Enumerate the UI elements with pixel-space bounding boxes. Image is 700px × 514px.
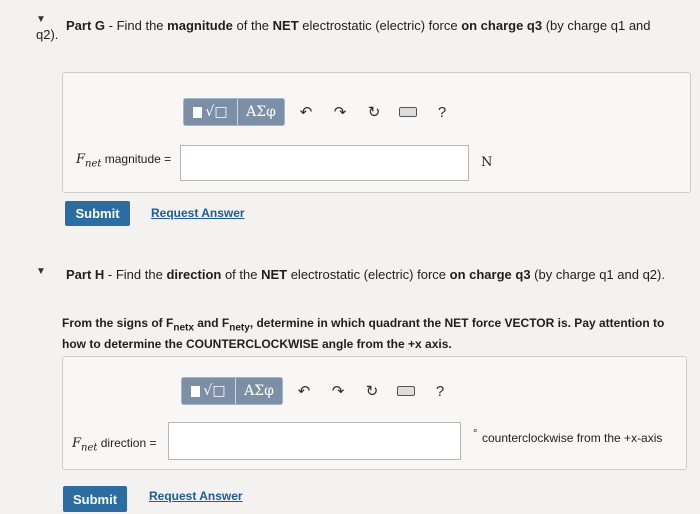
redo-icon[interactable]: ↷ [327,99,353,125]
reset-icon[interactable]: ↻ [361,99,387,125]
instructions: From the signs of Fnetx and Fnety, deter… [62,316,665,352]
part-g-title: Part G - Find the magnitude of the NET e… [66,18,651,33]
template-square-icon [193,106,203,118]
template-square-icon [191,385,201,397]
unit-label: N [481,155,493,170]
direction-unit-label: counterclockwise from the +x-axis [482,431,663,445]
help-icon[interactable]: ? [427,378,453,404]
direction-input[interactable] [168,422,461,460]
part-h-title: Part H - Find the direction of the NET e… [66,267,665,282]
magnitude-input[interactable] [180,145,469,181]
keyboard-icon[interactable] [395,99,421,125]
fnet-magnitude-label: Fnet magnitude = [76,152,172,170]
math-toolbar-h: √□ ΑΣφ ↶ ↷ ↻ ? [181,377,453,405]
undo-icon[interactable]: ↶ [291,378,317,404]
greek-symbols-button[interactable]: ΑΣφ [238,99,284,125]
collapse-caret-icon[interactable]: ▼ [36,14,46,25]
help-icon[interactable]: ? [429,99,455,125]
collapse-caret-icon[interactable]: ▼ [36,266,46,277]
submit-button-h[interactable]: Submit [63,486,127,512]
reset-icon[interactable]: ↻ [359,378,385,404]
math-toolbar-g: √□ ΑΣφ ↶ ↷ ↻ ? [183,98,455,126]
templates-button[interactable]: √□ [184,99,238,125]
templates-button[interactable]: √□ [182,378,236,404]
fnet-direction-label: Fnet direction = [72,436,157,454]
part-g-title-cont: q2). [36,27,59,42]
template-group: √□ ΑΣφ [183,98,285,126]
request-answer-link-g[interactable]: Request Answer [151,206,245,220]
template-group: √□ ΑΣφ [181,377,283,405]
degree-symbol: ° [473,428,478,440]
redo-icon[interactable]: ↷ [325,378,351,404]
request-answer-link-h[interactable]: Request Answer [149,489,243,503]
submit-button-g[interactable]: Submit [65,201,130,226]
keyboard-icon[interactable] [393,378,419,404]
greek-symbols-button[interactable]: ΑΣφ [236,378,282,404]
undo-icon[interactable]: ↶ [293,99,319,125]
